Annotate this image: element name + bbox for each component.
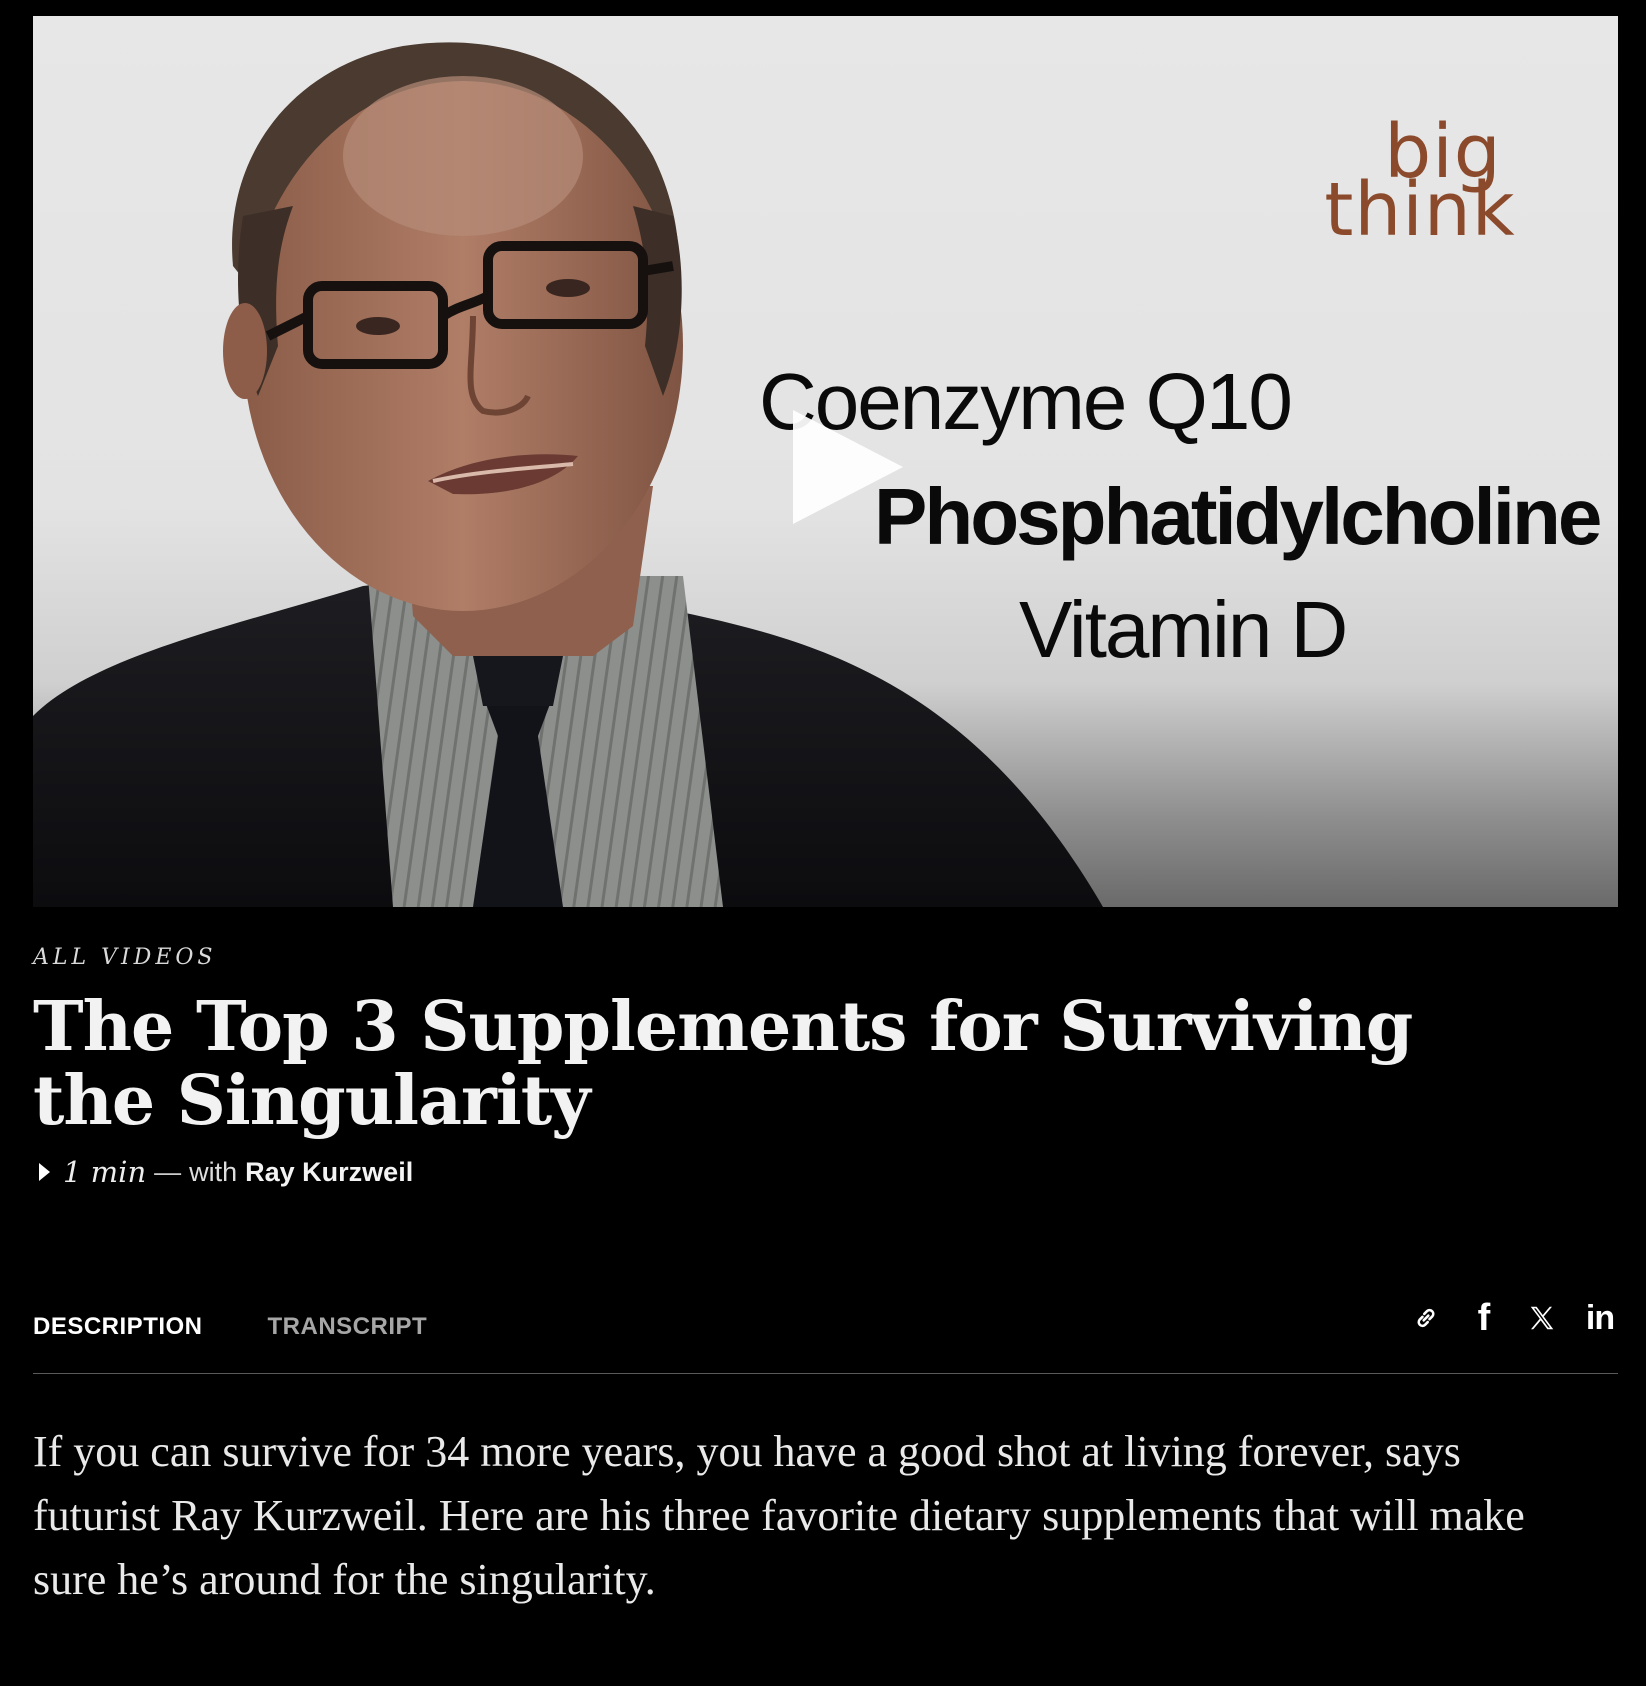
author-link[interactable]: Ray Kurzweil (245, 1157, 413, 1188)
video-meta: 1 min — with Ray Kurzweil (33, 1155, 413, 1189)
page-title: The Top 3 Supplements for Surviving the … (33, 987, 1413, 1141)
video-description: If you can survive for 34 more years, yo… (33, 1427, 1525, 1604)
tabs-divider (33, 1373, 1618, 1374)
facebook-share-button[interactable]: f (1466, 1296, 1502, 1340)
linkedin-icon: in (1585, 1298, 1615, 1337)
linkedin-share-button[interactable]: in (1582, 1296, 1618, 1340)
play-triangle-icon (39, 1163, 50, 1181)
video-overlay-line-3: Vitamin D (1019, 585, 1348, 674)
tab-transcript[interactable]: TRANSCRIPT (268, 1313, 428, 1341)
content-tabs: DESCRIPTION TRANSCRIPT (33, 1313, 427, 1341)
tab-description[interactable]: DESCRIPTION (33, 1313, 203, 1341)
with-label: with (189, 1156, 238, 1187)
video-overlay-line-2: Phosphatidylcholine (874, 472, 1602, 561)
facebook-icon: f (1477, 1296, 1491, 1339)
meta-separator: — (154, 1156, 182, 1187)
copy-link-button[interactable] (1408, 1296, 1444, 1340)
share-bar: f in (1408, 1296, 1618, 1340)
category-link[interactable]: All Videos (33, 945, 216, 970)
duration: 1 min (63, 1155, 147, 1189)
play-icon[interactable] (781, 402, 911, 532)
big-think-logo: big think (1324, 109, 1516, 253)
video-player[interactable]: big think Coenzyme Q10 Phosphatidylcholi… (33, 16, 1618, 907)
x-share-button[interactable] (1524, 1296, 1560, 1340)
link-icon (1417, 1308, 1435, 1328)
x-icon (1530, 1306, 1554, 1330)
